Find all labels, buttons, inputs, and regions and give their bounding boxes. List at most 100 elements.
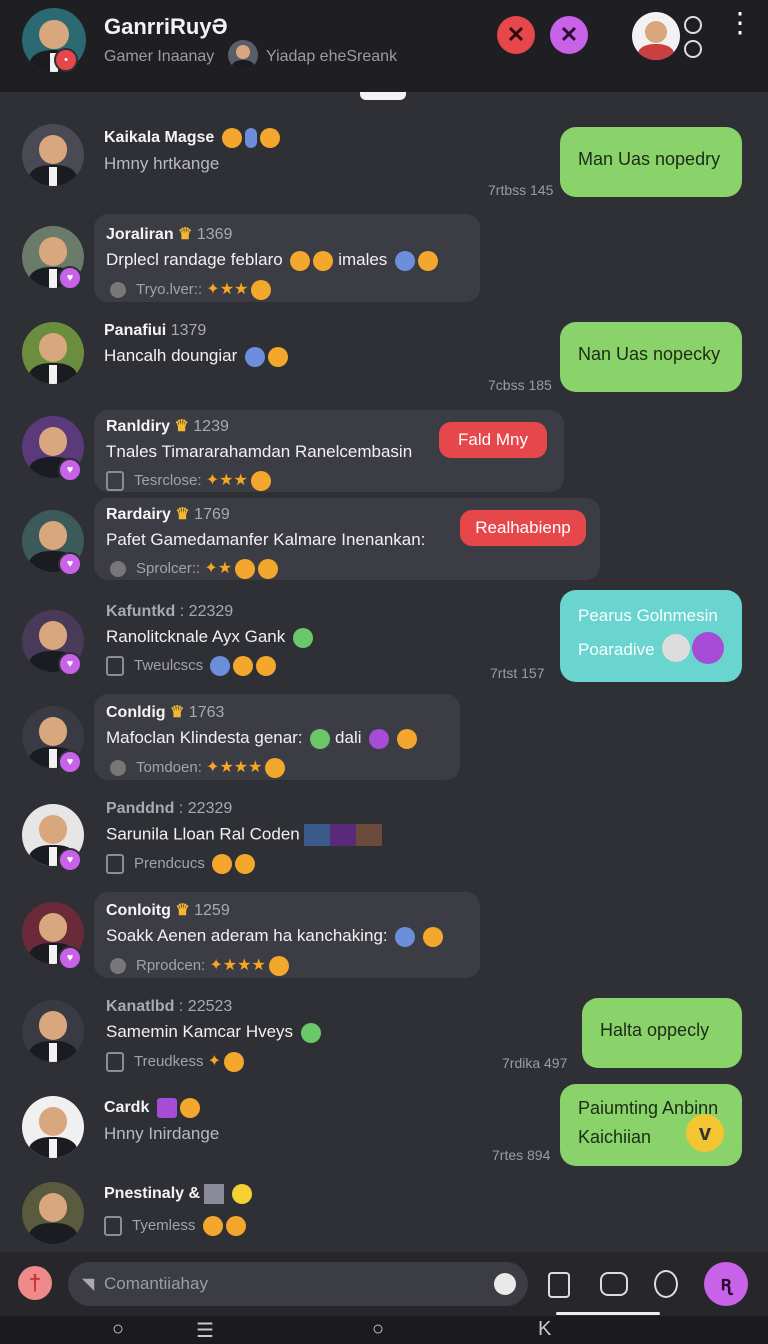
mic-icon[interactable]	[654, 1270, 678, 1298]
list-item: Cardk Hnny Inirdange	[104, 1098, 219, 1144]
message-extra: dali	[335, 728, 362, 747]
message-card[interactable]: Rardairy ♛ 1769 Pafet Gamedamanfer Kalma…	[94, 498, 600, 580]
message-card[interactable]: Joraliran ♛ 1369 Drplecl randage feblaro…	[94, 214, 480, 302]
avatar[interactable]	[22, 322, 84, 384]
sender-name: Panddnd	[106, 800, 175, 817]
message-extra: imales	[338, 250, 388, 269]
outgoing-message[interactable]: Man Uas nopedry	[560, 127, 742, 197]
message-text: Hmny hrtkange	[104, 154, 220, 173]
nav-recents-icon[interactable]: ☰	[196, 1318, 214, 1343]
sender-number: 1259	[194, 902, 230, 919]
reaction-label: Tomdoen:	[136, 758, 202, 776]
message-text: Drplecl randage feblaro	[106, 250, 283, 269]
sender-name: Kafuntkd	[106, 603, 176, 620]
chevron-down-icon[interactable]: v	[686, 1114, 724, 1152]
list-item: Kaikala Magse Hmny hrtkange	[104, 128, 280, 174]
profile-avatar[interactable]	[632, 12, 680, 60]
list-item: Pnestinaly & Tyemless	[104, 1184, 252, 1236]
lock-badge-icon: •	[54, 48, 78, 72]
close-icon[interactable]: ✕	[497, 16, 535, 54]
list-item: Kafuntkd : 22329 Ranolitcknale Ayx Gank …	[106, 603, 313, 676]
crown-icon: ♛	[170, 704, 185, 721]
send-icon[interactable]: ꭆ	[704, 1262, 748, 1306]
attachment-icon[interactable]	[548, 1272, 570, 1298]
sender-name: Panafiui	[104, 322, 167, 339]
outgoing-message[interactable]: Halta oppecly	[582, 998, 742, 1068]
outgoing-message[interactable]: Paiumting Anbinn Kaichiian v	[560, 1084, 742, 1166]
message-card[interactable]: Conldig ♛ 1763 Mafoclan Klindesta genar:…	[94, 694, 460, 780]
chat-header: • GanrriRuyƏ Gamer Inaanay Yiadap eheSre…	[0, 0, 768, 92]
heart-badge-icon: ♥	[58, 652, 82, 676]
clock-icon[interactable]	[684, 16, 702, 34]
list-item: Kanatlbd : 22523 Samemin Kamcar Hveys Tr…	[106, 998, 321, 1072]
reaction-label: Tweulcscs	[134, 656, 204, 674]
crown-icon: ♛	[175, 902, 190, 919]
message-text: Soakk Aenen aderam ha kanchaking:	[106, 926, 388, 945]
message-text: Tnales Timararahamdan Ranelcembasin	[106, 442, 413, 461]
sender-number: 1239	[193, 418, 229, 435]
reaction-label: Rprodcen:	[136, 956, 206, 974]
timestamp: 7rtbss 145	[488, 182, 554, 198]
avatar[interactable]	[22, 1096, 84, 1158]
reaction-label: Sprolcer::	[136, 560, 201, 577]
scroll-indicator	[360, 92, 406, 100]
sender-number: : 22329	[179, 603, 234, 620]
message-card[interactable]: Conloitg ♛ 1259 Soakk Aenen aderam ha ka…	[94, 892, 480, 978]
clock-icon-2[interactable]	[684, 40, 702, 58]
list-item: Panafiui 1379 Hancalh doungiar	[104, 322, 288, 367]
timestamp: 7rtst 157	[490, 665, 545, 681]
add-icon[interactable]: †	[18, 1266, 52, 1300]
heart-badge-icon: ♥	[58, 266, 82, 290]
reaction-label: Treudkess	[134, 1052, 204, 1070]
nav-home-icon[interactable]: ○	[372, 1318, 384, 1341]
timestamp: 7rtes 894	[492, 1147, 551, 1163]
camera-icon[interactable]	[600, 1272, 628, 1296]
action-button[interactable]: Fald Mny	[439, 422, 547, 458]
sender-name: Rardairy	[106, 506, 171, 523]
emoji-icon[interactable]	[494, 1273, 516, 1295]
reaction-label: Prendcucs	[134, 854, 205, 872]
sender-name: Kaikala Magse	[104, 129, 215, 147]
outgoing-message[interactable]: Pearus Golnmesin Poaradive	[560, 590, 742, 682]
message-text: Pafet Gamedamanfer Kalmare Inenankan:	[106, 530, 426, 549]
message-text: Pearus Golnmesin	[578, 606, 718, 625]
message-text: Man Uas nopedry	[578, 149, 721, 169]
sender-number: : 22329	[178, 800, 233, 817]
avatar[interactable]	[22, 1182, 84, 1244]
sender-name: Conldig	[106, 704, 166, 721]
document-icon	[104, 1216, 122, 1236]
chat-title: GanrriRuyƏ	[104, 14, 228, 39]
sender-number: 1379	[170, 322, 207, 339]
heart-badge-icon: ♥	[58, 552, 82, 576]
sender-number: 1763	[188, 704, 225, 721]
reaction-label: Tyemless	[132, 1216, 196, 1234]
heart-badge-icon: ♥	[58, 946, 82, 970]
message-text: Ranolitcknale Ayx Gank	[106, 627, 286, 646]
nav-back-icon[interactable]: K	[538, 1318, 551, 1341]
crown-icon: ♛	[174, 418, 189, 435]
heart-badge-icon: ♥	[58, 848, 82, 872]
avatar[interactable]	[22, 124, 84, 186]
message-text: Hnny Inirdange	[104, 1124, 220, 1143]
chat-subtitle-secondary: Yiadap eheSreank	[266, 48, 398, 65]
more-vert-icon[interactable]: ⋮	[726, 9, 754, 50]
reaction-label: Tesrclose:	[134, 472, 202, 489]
close-alt-icon[interactable]: ✕	[550, 16, 588, 54]
document-icon	[106, 655, 124, 676]
action-button[interactable]: Realhabienp	[460, 510, 586, 546]
avatar[interactable]	[22, 1000, 84, 1062]
sender-number: 1769	[194, 506, 230, 523]
sender-name: Ranldiry	[106, 418, 171, 435]
sender-name: Conloitg	[106, 902, 171, 919]
timestamp: 7cbss 185	[488, 377, 552, 393]
nav-circle-icon[interactable]: ○	[112, 1318, 124, 1341]
message-card[interactable]: Ranldiry ♛ 1239 Tnales Timararahamdan Ra…	[94, 410, 564, 492]
message-text: Mafoclan Klindesta genar:	[106, 728, 303, 747]
check-icon	[300, 1022, 321, 1043]
heart-badge-icon: ♥	[58, 750, 82, 774]
sender-number: : 22523	[178, 998, 233, 1015]
reaction-label: Tryo.lver::	[136, 280, 203, 298]
message-text: Halta oppecly	[600, 1020, 710, 1040]
message-input[interactable]: ◥ Comantiiahay	[68, 1262, 528, 1306]
outgoing-message[interactable]: Nan Uas nopecky	[560, 322, 742, 392]
